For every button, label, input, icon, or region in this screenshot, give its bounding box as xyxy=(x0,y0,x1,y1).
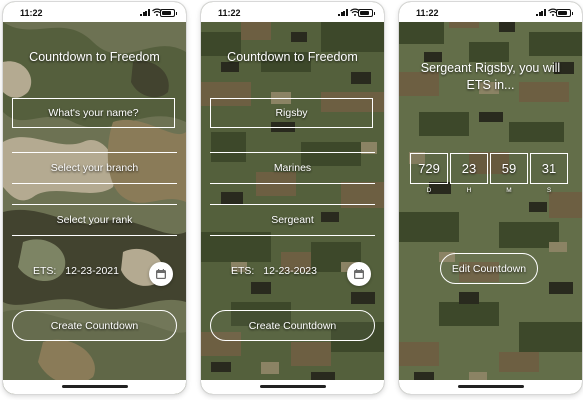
minutes-label: M xyxy=(506,187,512,194)
status-bar: 11:22 xyxy=(201,2,384,22)
status-time: 11:22 xyxy=(20,8,43,18)
status-icons xyxy=(140,8,177,17)
create-countdown-button[interactable]: Create Countdown xyxy=(12,310,177,341)
battery-icon xyxy=(160,9,177,17)
hours-label: H xyxy=(466,187,472,194)
cellular-signal-icon xyxy=(536,9,546,16)
edit-countdown-button[interactable]: Edit Countdown xyxy=(440,253,538,284)
calendar-icon xyxy=(156,269,166,279)
status-time: 11:22 xyxy=(416,8,439,18)
screen-countdown: 11:22 Sergeant Rigsby, you will ETS in..… xyxy=(399,2,582,394)
branch-selector[interactable]: Marines xyxy=(210,152,375,184)
ets-label: ETS: xyxy=(231,265,255,277)
home-indicator-area xyxy=(399,380,582,394)
battery-icon xyxy=(556,9,573,17)
status-icons xyxy=(536,8,573,17)
home-indicator[interactable] xyxy=(457,385,524,388)
create-countdown-button[interactable]: Create Countdown xyxy=(210,310,375,341)
countdown-heading-line2: ETS in... xyxy=(466,78,515,92)
ets-date-row: ETS: 12-23-2021 xyxy=(33,265,119,277)
screen-setup-filled: 11:22 Countdown to Freedom Rigsby Marine… xyxy=(201,2,384,394)
home-indicator[interactable] xyxy=(61,385,128,388)
ets-date-value[interactable]: 12-23-2023 xyxy=(263,265,317,277)
name-input[interactable]: Rigsby xyxy=(210,98,373,128)
hours-value: 23 xyxy=(450,153,488,184)
status-bar: 11:22 xyxy=(3,2,186,22)
screen-setup-empty: 11:22 Countdown to Freedom What's your n… xyxy=(3,2,186,394)
seconds-label: S xyxy=(546,187,552,194)
countdown-heading: Sergeant Rigsby, you will ETS in... xyxy=(405,60,576,94)
cellular-signal-icon xyxy=(140,9,150,16)
calendar-button[interactable] xyxy=(347,262,371,286)
seconds-value: 31 xyxy=(530,153,568,184)
home-indicator-area xyxy=(3,380,186,394)
home-indicator-area xyxy=(201,380,384,394)
status-icons xyxy=(338,8,375,17)
countdown-heading-line1: Sergeant Rigsby, you will xyxy=(420,61,561,75)
ets-date-row: ETS: 12-23-2023 xyxy=(231,265,317,277)
page-title: Countdown to Freedom xyxy=(29,50,160,64)
status-time: 11:22 xyxy=(218,8,241,18)
page-title: Countdown to Freedom xyxy=(227,50,358,64)
ets-label: ETS: xyxy=(33,265,57,277)
status-bar: 11:22 xyxy=(399,2,582,22)
name-input[interactable]: What's your name? xyxy=(12,98,175,128)
rank-selector[interactable]: Select your rank xyxy=(12,204,177,236)
cellular-signal-icon xyxy=(338,9,348,16)
calendar-icon xyxy=(354,269,364,279)
ets-date-value[interactable]: 12-23-2021 xyxy=(65,265,119,277)
battery-icon xyxy=(358,9,375,17)
days-value: 729 xyxy=(410,153,448,184)
home-indicator[interactable] xyxy=(259,385,326,388)
calendar-button[interactable] xyxy=(149,262,173,286)
minutes-value: 59 xyxy=(490,153,528,184)
rank-selector[interactable]: Sergeant xyxy=(210,204,375,236)
days-label: D xyxy=(426,187,432,194)
branch-selector[interactable]: Select your branch xyxy=(12,152,177,184)
